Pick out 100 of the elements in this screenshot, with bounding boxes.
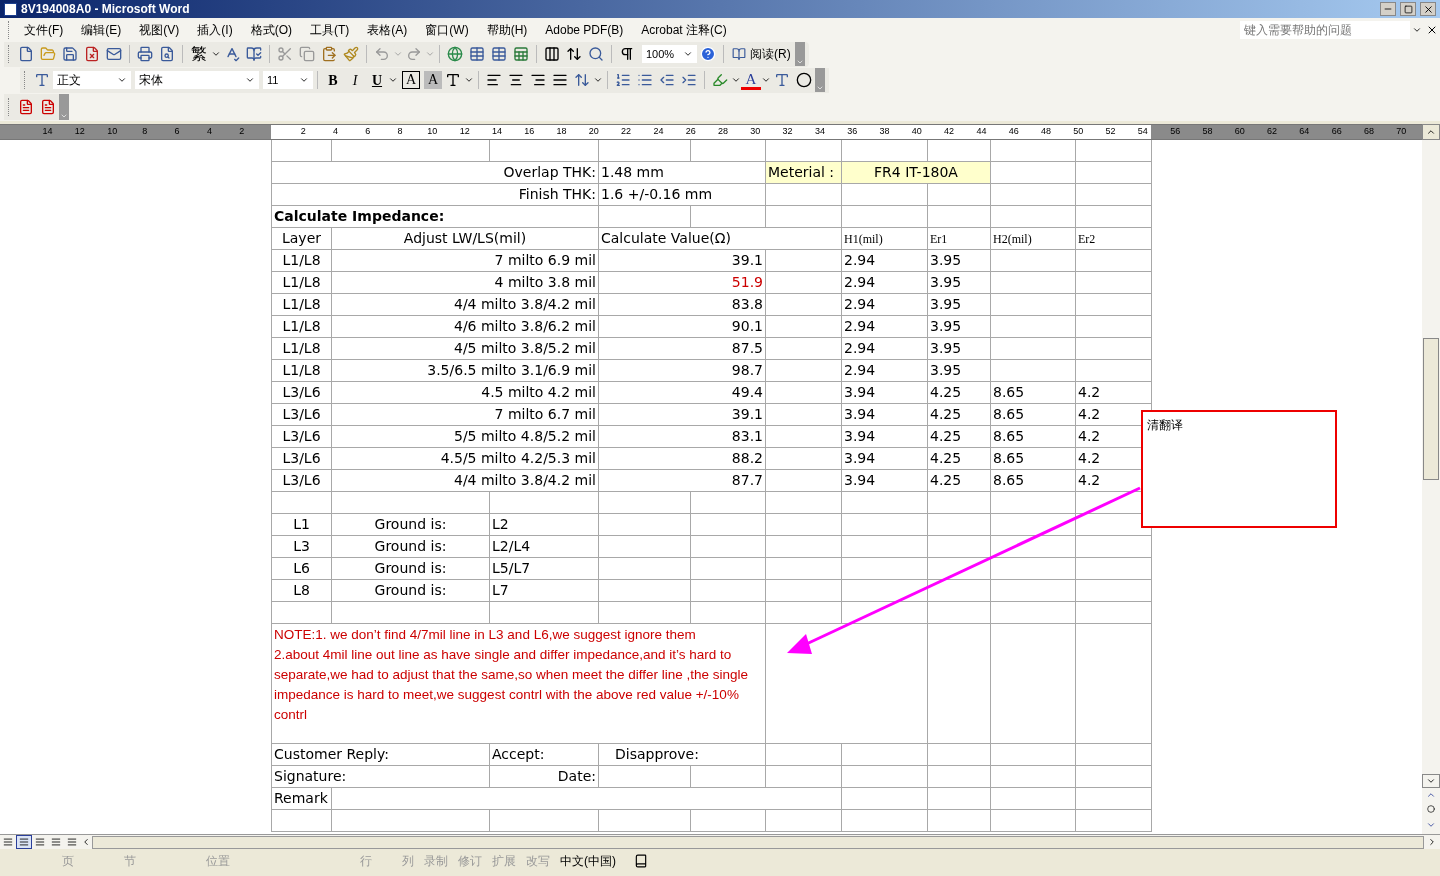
globe-icon[interactable]: [447, 46, 463, 62]
align-center-icon[interactable]: [508, 72, 524, 88]
magnifier-icon[interactable]: [588, 46, 604, 62]
indent-icon[interactable]: [681, 72, 697, 88]
field-label: Ground is:: [374, 538, 447, 554]
zoom-field[interactable]: 100%: [642, 45, 697, 63]
menu-item[interactable]: Acrobat 注释(C): [632, 20, 736, 39]
table-cell: 87.5: [731, 340, 763, 356]
pdf-comment-icon[interactable]: [40, 99, 56, 115]
menu-item[interactable]: 编辑(E): [72, 20, 131, 39]
caret-right-icon: [1427, 837, 1437, 847]
table-cell: 4.2: [1078, 450, 1101, 466]
status-item: 页: [61, 853, 75, 870]
status-item: 行: [359, 853, 373, 870]
character-border-button[interactable]: A: [402, 71, 420, 89]
menu-item[interactable]: Adobe PDF(B): [536, 20, 633, 39]
caret-down-icon: [816, 84, 824, 92]
restore-button[interactable]: [1400, 2, 1416, 16]
menu-item[interactable]: 帮助(H): [477, 20, 537, 39]
italic-button[interactable]: I: [344, 69, 366, 91]
style-dropdown[interactable]: 正文: [53, 71, 131, 89]
align-left-icon[interactable]: [486, 72, 502, 88]
column-header: Calculate Value(Ω): [601, 230, 731, 246]
menu-item[interactable]: 格式(O): [241, 20, 301, 39]
status-item: 位置: [205, 853, 231, 870]
table-cell: 8.65: [993, 428, 1025, 444]
status-item: 列: [401, 853, 415, 870]
lines-icon: [3, 837, 13, 847]
menu-item[interactable]: 工具(T): [301, 20, 359, 39]
line-spacing-icon[interactable]: [574, 72, 590, 88]
save-icon[interactable]: [62, 46, 78, 62]
ruler-number: 18: [556, 125, 567, 139]
caret-down-icon: [245, 75, 255, 85]
highlighter-icon[interactable]: [712, 72, 728, 88]
outdent-icon[interactable]: [659, 72, 675, 88]
font-size-dropdown[interactable]: 11: [263, 71, 313, 89]
view-mode-button[interactable]: [16, 835, 32, 849]
menu-item[interactable]: 插入(I): [188, 20, 242, 39]
menu-item[interactable]: 文件(F): [15, 20, 73, 39]
new-document-icon[interactable]: [18, 46, 34, 62]
table-cell: 2.94: [844, 340, 876, 356]
layer-cell: L6: [293, 560, 310, 576]
book-icon: [732, 47, 746, 61]
character-shading-button[interactable]: A: [424, 71, 442, 89]
caret-down-icon: [117, 75, 127, 85]
help-search-field[interactable]: 键入需要帮助的问题: [1240, 20, 1410, 39]
scroll-up-button[interactable]: [1422, 124, 1440, 140]
research-icon[interactable]: [246, 46, 262, 62]
menu-item[interactable]: 视图(V): [130, 20, 189, 39]
horizontal-scrollbar[interactable]: [92, 835, 1424, 849]
scroll-down-button[interactable]: [1422, 774, 1440, 788]
distribute-icon[interactable]: [552, 72, 568, 88]
caret-left-icon: [81, 837, 91, 847]
table-cell: 3.95: [930, 296, 962, 312]
close-button[interactable]: [1420, 2, 1436, 16]
scroll-thumb[interactable]: [1423, 338, 1439, 480]
vertical-scrollbar[interactable]: [1422, 140, 1440, 834]
font-color-button[interactable]: A: [741, 70, 761, 90]
ruler-number: 12: [74, 125, 85, 139]
table-cell: 8.65: [993, 472, 1025, 488]
field-label: Date:: [557, 768, 596, 784]
table-cell: 83.8: [731, 296, 763, 312]
document-icon[interactable]: [84, 46, 100, 62]
table-cell: 49.4: [731, 384, 763, 400]
table-icon[interactable]: [469, 46, 485, 62]
traditional-chinese-button[interactable]: 繁: [187, 42, 211, 66]
ruler-number: 34: [814, 125, 825, 139]
font-dropdown[interactable]: 宋体: [135, 71, 259, 89]
mail-icon[interactable]: [106, 46, 122, 62]
paste-icon[interactable]: [321, 46, 337, 62]
brush-icon[interactable]: [343, 46, 359, 62]
bold-button[interactable]: B: [322, 69, 344, 91]
menu-item[interactable]: 窗口(W): [416, 20, 478, 39]
help-icon[interactable]: [700, 46, 716, 62]
table-cell: 4.5 milto 4.2 mil: [481, 384, 596, 400]
table-cell: 8.65: [993, 406, 1025, 422]
table-cell: 7 milto 6.9 mil: [494, 252, 596, 268]
styles-icon[interactable]: [34, 72, 50, 88]
pdf-icon[interactable]: [18, 99, 34, 115]
ruler-number: 28: [718, 125, 728, 139]
caret-up-icon: [1426, 127, 1436, 137]
numbered-list-icon[interactable]: [615, 72, 631, 88]
table-cell: 3.95: [930, 340, 962, 356]
align-right-icon[interactable]: [530, 72, 546, 88]
pilcrow-icon[interactable]: [619, 46, 635, 62]
table-cell: 3.94: [844, 472, 876, 488]
spellcheck-icon[interactable]: [224, 46, 240, 62]
menu-item[interactable]: 表格(A): [358, 20, 417, 39]
read-button[interactable]: 阅读(R): [728, 45, 795, 63]
insert-table-icon[interactable]: [491, 46, 507, 62]
columns-icon[interactable]: [544, 46, 560, 62]
table-cell: 4/5 milto 3.8/5.2 mil: [453, 340, 596, 356]
minimize-button[interactable]: [1380, 2, 1396, 16]
printer-icon[interactable]: [137, 46, 153, 62]
ruler-number: 10: [427, 125, 438, 139]
bullet-list-icon[interactable]: [637, 72, 653, 88]
lines-icon: [35, 837, 45, 847]
print-preview-icon[interactable]: [159, 46, 175, 62]
underline-button[interactable]: U: [366, 69, 388, 91]
spreadsheet-icon[interactable]: [513, 46, 529, 62]
